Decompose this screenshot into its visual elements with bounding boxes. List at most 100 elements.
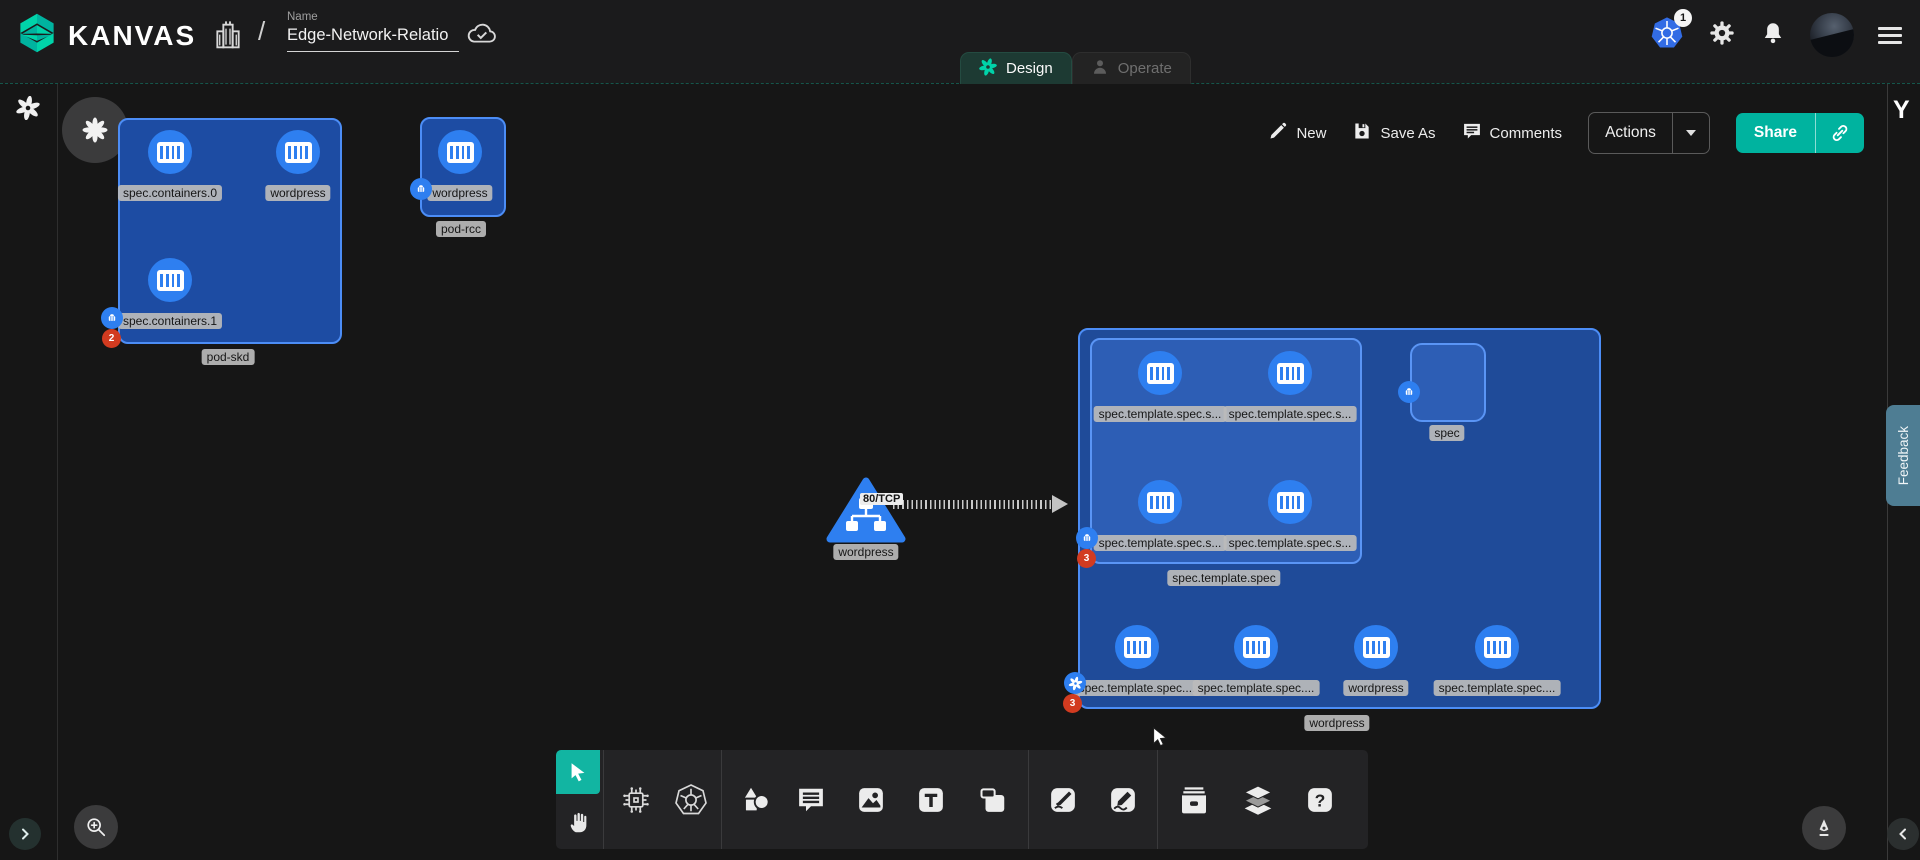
- node-spec[interactable]: [1410, 343, 1486, 422]
- pod-kind-badge[interactable]: [101, 307, 123, 329]
- error-count-badge[interactable]: 2: [102, 329, 121, 348]
- image-tool-button[interactable]: [849, 778, 893, 822]
- left-rail: [0, 83, 58, 860]
- container-node[interactable]: spec.template.spec.s...: [1268, 480, 1312, 524]
- container-icon[interactable]: [1138, 351, 1182, 395]
- node-label: wordpress: [833, 543, 898, 561]
- container-icon[interactable]: [1115, 625, 1159, 669]
- node-label: spec.containers.0: [118, 184, 222, 202]
- edge-port-label[interactable]: 80/TCP: [860, 493, 903, 505]
- user-avatar[interactable]: [1810, 13, 1854, 57]
- right-panel-handle[interactable]: Y: [1893, 96, 1910, 125]
- drawer-archive-tool-button[interactable]: [1172, 778, 1216, 822]
- help-tool-button[interactable]: ?: [1298, 778, 1342, 822]
- node-label: spec.template.spec.s...: [1224, 534, 1357, 552]
- container-icon[interactable]: [1138, 480, 1182, 524]
- notifications-bell-icon[interactable]: [1760, 19, 1786, 52]
- design-name-field[interactable]: Name Edge-Network-Relatio: [287, 11, 459, 52]
- container-node[interactable]: wordpress: [1354, 625, 1398, 669]
- kubernetes-context-button[interactable]: 1: [1650, 16, 1684, 55]
- operate-person-icon: [1091, 58, 1109, 80]
- pod-kind-badge[interactable]: [1398, 381, 1420, 403]
- pod-kind-badge[interactable]: [1076, 527, 1098, 549]
- select-tool-button[interactable]: [556, 750, 600, 794]
- container-node[interactable]: spec.template.spec....: [1115, 625, 1159, 669]
- container-icon[interactable]: [1354, 625, 1398, 669]
- tab-design[interactable]: Design: [960, 52, 1072, 84]
- tab-operate[interactable]: Operate: [1072, 52, 1191, 84]
- error-count-badge[interactable]: 3: [1077, 549, 1096, 568]
- share-button[interactable]: Share: [1736, 113, 1864, 153]
- group-spec-template-spec[interactable]: [1090, 338, 1362, 564]
- collapse-right-panel-chevron[interactable]: [1887, 818, 1919, 850]
- design-action-bar: New Save As Comments Actions Share: [1268, 112, 1864, 154]
- actions-label: Actions: [1589, 124, 1672, 142]
- mode-tabs: Design Operate: [960, 52, 1191, 84]
- actions-button[interactable]: Actions: [1588, 112, 1710, 154]
- feedback-tab[interactable]: Feedback: [1886, 405, 1920, 506]
- node-label: spec.template.spec.s...: [1224, 405, 1357, 423]
- note-tool-button[interactable]: [971, 778, 1015, 822]
- pen-path-tool-button[interactable]: [1041, 778, 1085, 822]
- edge-service-to-deployment[interactable]: [893, 500, 1056, 509]
- deployment-kind-badge[interactable]: [1064, 672, 1086, 694]
- feedback-label: Feedback: [1896, 426, 1911, 485]
- service-node-wordpress[interactable]: wordpress: [826, 477, 906, 548]
- save-as-button[interactable]: Save As: [1352, 121, 1435, 145]
- container-icon[interactable]: [1234, 625, 1278, 669]
- node-label: wordpress: [1343, 679, 1408, 697]
- comments-button[interactable]: Comments: [1462, 121, 1563, 145]
- container-node[interactable]: spec.containers.0: [148, 130, 192, 174]
- new-button[interactable]: New: [1268, 121, 1326, 145]
- expand-left-panel-chevron[interactable]: [9, 818, 41, 850]
- group-label-wordpress: wordpress: [1304, 714, 1369, 732]
- error-count-badge[interactable]: 3: [1063, 694, 1082, 713]
- copy-link-icon[interactable]: [1815, 113, 1864, 153]
- name-field-value[interactable]: Edge-Network-Relatio: [287, 26, 459, 52]
- actions-dropdown-caret[interactable]: [1672, 113, 1709, 153]
- app-header: KANVAS / Name Edge-Network-Relatio Desig…: [0, 0, 1920, 83]
- pencil-icon: [1268, 121, 1288, 145]
- cloud-saved-icon: [466, 20, 498, 51]
- pan-hand-tool-button[interactable]: [557, 800, 601, 844]
- node-label: spec.template.spec.s...: [1094, 534, 1227, 552]
- pod-kind-badge[interactable]: [410, 178, 432, 200]
- container-node[interactable]: spec.template.spec.s...: [1268, 351, 1312, 395]
- canvas-toolbar: ?: [556, 750, 1368, 849]
- zoom-in-button[interactable]: [74, 805, 118, 849]
- container-node[interactable]: spec.template.spec.s...: [1138, 480, 1182, 524]
- text-tool-button[interactable]: [909, 778, 953, 822]
- container-node[interactable]: wordpress: [438, 130, 482, 174]
- container-icon[interactable]: [1475, 625, 1519, 669]
- container-icon[interactable]: [1268, 480, 1312, 524]
- container-node[interactable]: spec.containers.1: [148, 258, 192, 302]
- node-label: spec.template.spec....: [1193, 679, 1320, 697]
- tab-operate-label: Operate: [1118, 60, 1172, 77]
- container-node[interactable]: spec.template.spec....: [1475, 625, 1519, 669]
- container-icon[interactable]: [148, 258, 192, 302]
- layers-tool-button[interactable]: [1236, 778, 1280, 822]
- breadcrumb-separator: /: [258, 16, 265, 47]
- component-shapes-tool-button[interactable]: [614, 778, 658, 822]
- container-node[interactable]: spec.template.spec....: [1234, 625, 1278, 669]
- comment-tool-button[interactable]: [789, 778, 833, 822]
- container-icon[interactable]: [438, 130, 482, 174]
- organization-icon[interactable]: [212, 16, 244, 57]
- pen-mode-button[interactable]: [1802, 806, 1846, 850]
- settings-gear-icon[interactable]: [1708, 19, 1736, 52]
- meshery-spiral-icon[interactable]: [16, 96, 40, 125]
- shapes-tool-button[interactable]: [733, 778, 777, 822]
- kubernetes-tool-button[interactable]: [669, 778, 713, 822]
- container-node[interactable]: wordpress: [276, 130, 320, 174]
- group-label-pod-rcc: pod-rcc: [436, 220, 486, 238]
- brand-logo[interactable]: KANVAS: [16, 12, 196, 59]
- design-spiral-icon: [979, 58, 997, 80]
- share-label: Share: [1736, 124, 1815, 142]
- freehand-draw-tool-button[interactable]: [1101, 778, 1145, 822]
- container-node[interactable]: spec.template.spec.s...: [1138, 351, 1182, 395]
- container-icon[interactable]: [148, 130, 192, 174]
- container-icon[interactable]: [1268, 351, 1312, 395]
- hamburger-menu-icon[interactable]: [1878, 27, 1902, 44]
- brand-name: KANVAS: [68, 20, 196, 52]
- container-icon[interactable]: [276, 130, 320, 174]
